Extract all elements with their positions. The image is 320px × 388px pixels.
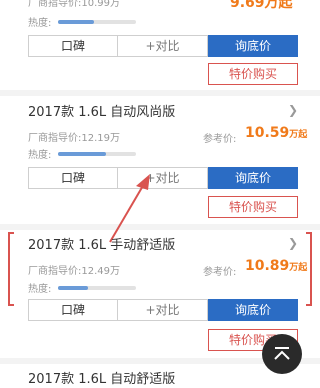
highlight-bracket-right xyxy=(306,232,312,306)
card-divider xyxy=(0,90,320,96)
action-row: 口碑 +对比 询底价 xyxy=(28,299,298,321)
ref-price-label: 参考价: xyxy=(203,267,237,278)
heat-fill xyxy=(58,20,94,24)
highlight-bracket-left xyxy=(8,232,14,306)
action-row: 口碑 +对比 询底价 xyxy=(28,35,298,57)
heat-bar xyxy=(58,286,136,290)
special-buy-button[interactable]: 特价购买 xyxy=(208,63,298,85)
heat-bar xyxy=(58,152,136,156)
heat-bar xyxy=(58,20,136,24)
guide-price-label: 厂商指导价:10.99万 xyxy=(28,0,121,9)
chevron-right-icon[interactable]: ❯ xyxy=(288,236,298,250)
trim-title[interactable]: 2017款 1.6L 自动风尚版 xyxy=(28,101,175,120)
heat-fill xyxy=(58,286,88,290)
heat-fill xyxy=(58,152,107,156)
special-buy-button[interactable]: 特价购买 xyxy=(208,196,298,218)
koubei-button[interactable]: 口碑 xyxy=(28,35,118,57)
action-row: 口碑 +对比 询底价 xyxy=(28,167,298,189)
heat-label: 热度: xyxy=(28,18,52,29)
inquire-price-button[interactable]: 询底价 xyxy=(208,299,298,321)
ref-price: 10.89万起 xyxy=(245,258,308,274)
chevron-right-icon[interactable]: ❯ xyxy=(288,103,298,117)
guide-price-label: 厂商指导价:12.19万 xyxy=(28,133,121,144)
inquire-price-button[interactable]: 询底价 xyxy=(208,35,298,57)
ref-price: 9.69万起 xyxy=(230,0,293,11)
heat-label: 热度: xyxy=(28,284,52,295)
back-to-top-icon xyxy=(274,347,290,360)
guide-price-label: 厂商指导价:12.49万 xyxy=(28,266,121,277)
trim-title[interactable]: 2017款 1.6L 手动舒适版 xyxy=(28,234,175,253)
inquire-price-button[interactable]: 询底价 xyxy=(208,167,298,189)
ref-price: 10.59万起 xyxy=(245,125,308,141)
ref-price-label: 参考价: xyxy=(203,134,237,145)
koubei-button[interactable]: 口碑 xyxy=(28,299,118,321)
compare-button[interactable]: +对比 xyxy=(118,35,208,57)
trim-title[interactable]: 2017款 1.6L 自动舒适版 xyxy=(28,368,175,387)
back-to-top-button[interactable] xyxy=(262,334,302,374)
compare-button[interactable]: +对比 xyxy=(118,299,208,321)
heat-label: 热度: xyxy=(28,150,52,161)
card-divider xyxy=(0,224,320,230)
